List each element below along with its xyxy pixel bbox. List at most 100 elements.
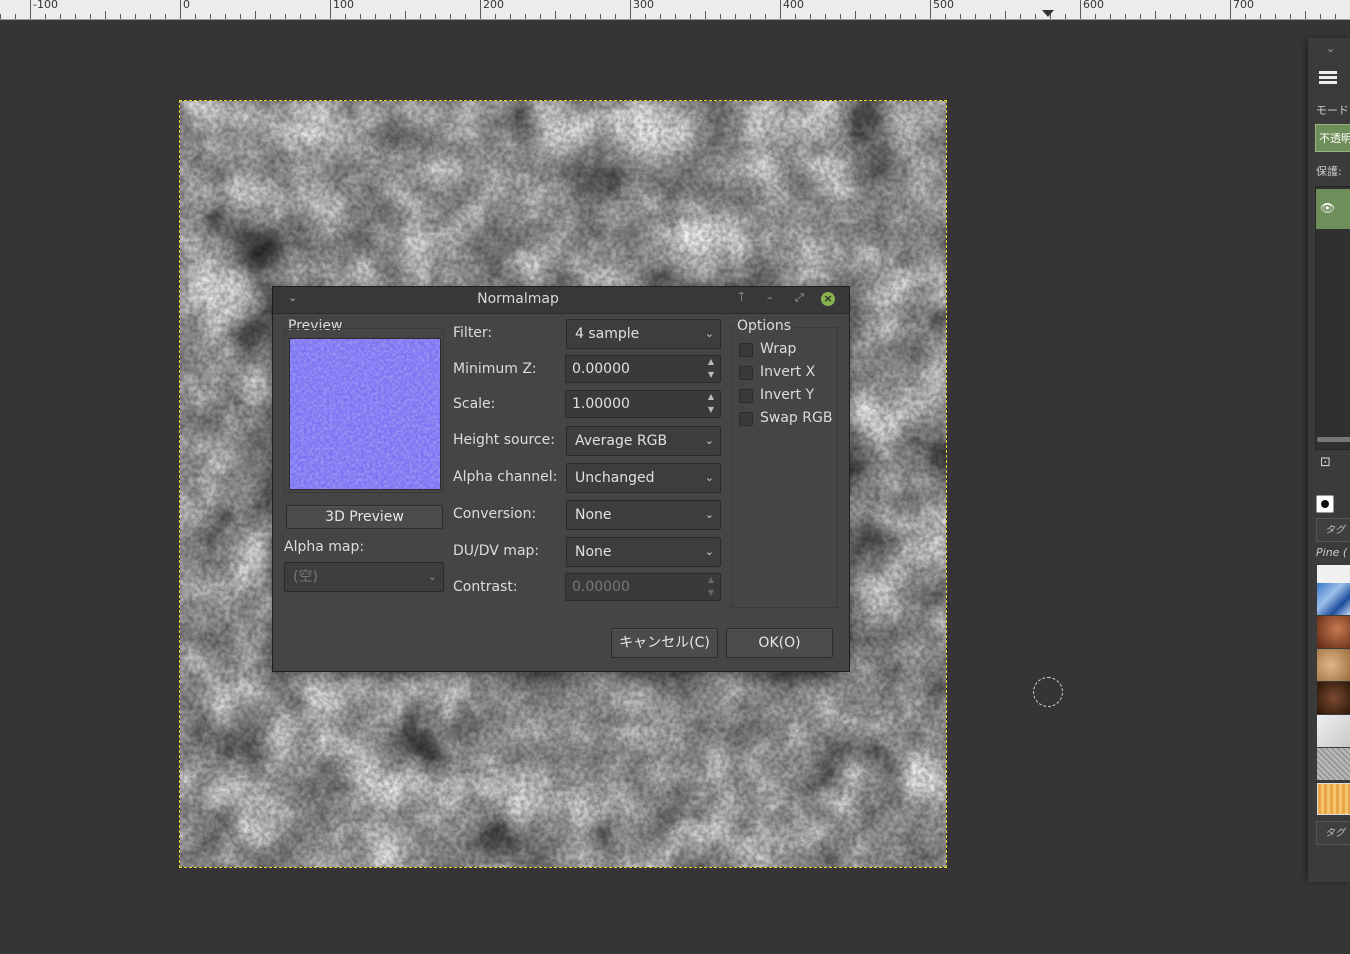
dialog-titlebar[interactable]: ⌄ Normalmap ⍑ – ⤢ × [273,287,849,314]
ruler-tick [375,14,376,19]
ruler-tick [870,14,871,19]
ruler-tick [1005,11,1006,19]
alpha-channel-value: Unchanged [575,470,655,486]
brush-icon[interactable] [1316,495,1334,513]
ruler-tick [465,14,466,19]
ruler-tick [945,14,946,19]
ruler-tick [1215,14,1216,19]
pattern-swatch[interactable] [1317,748,1350,780]
brush-dot-icon [1321,500,1329,508]
ruler-tick [1200,14,1201,19]
spin-down-icon[interactable]: ▼ [708,405,714,415]
dialog-title: Normalmap [477,291,559,307]
spin-down-icon[interactable]: ▼ [708,370,714,380]
restore-icon[interactable]: ⤢ [795,291,804,305]
pattern-swatch[interactable] [1317,783,1350,815]
tag-input[interactable]: タグ [1316,821,1350,845]
ruler-tick [1230,0,1231,19]
dudv-map-select[interactable]: None ⌄ [566,537,721,567]
conversion-select[interactable]: None ⌄ [566,500,721,530]
ruler-tick [675,14,676,19]
wrap-label[interactable]: Wrap [760,341,796,357]
height-source-select[interactable]: Average RGB ⌄ [566,426,721,456]
ruler-tick [390,14,391,19]
ruler-tick [735,14,736,19]
pattern-name: Pine ( [1316,546,1348,559]
minimum-z-spinner[interactable]: 0.00000 ▲ ▼ [565,355,721,383]
3d-preview-button[interactable]: 3D Preview [286,505,443,529]
ruler-tick [405,11,406,19]
ruler-tick [420,14,421,19]
cancel-button[interactable]: キャンセル(C) [611,628,718,658]
layer-row[interactable]: 👁 [1316,189,1350,229]
spin-up-icon[interactable]: ▲ [708,357,714,367]
ruler-tick [15,14,16,19]
invert-y-label[interactable]: Invert Y [760,387,814,403]
ruler-tick [630,0,631,19]
ruler-tick [345,14,346,19]
pin-icon[interactable]: ⍑ [738,291,745,305]
ruler-label: 500 [933,0,954,11]
ruler-tick [1185,14,1186,19]
ruler-tick [1155,11,1156,19]
contrast-value: 0.00000 [572,579,630,595]
alpha-map-select[interactable]: (空) ⌄ [284,562,444,592]
ruler-tick [195,14,196,19]
ruler-tick [930,0,931,19]
ruler-tick [75,14,76,19]
eye-icon[interactable]: 👁 [1320,201,1335,215]
close-icon[interactable]: × [821,292,835,306]
height-source-value: Average RGB [575,433,668,449]
ruler-tick [645,14,646,19]
ruler-tick [810,14,811,19]
ruler-tick [840,14,841,19]
conversion-value: None [575,507,612,523]
pattern-swatch[interactable] [1317,682,1350,714]
invert-y-checkbox[interactable] [739,389,753,403]
swap-rgb-checkbox[interactable] [739,412,753,426]
pattern-swatch[interactable] [1317,649,1350,681]
minimize-icon[interactable]: – [767,291,773,304]
ruler-tick [45,14,46,19]
normalmap-dialog: ⌄ Normalmap ⍑ – ⤢ × Preview 3D Preview A… [272,286,850,672]
contrast-label: Contrast: [453,579,518,595]
chevron-down-icon[interactable]: ⌄ [1326,42,1335,55]
scale-spinner[interactable]: 1.00000 ▲ ▼ [565,390,721,418]
swap-rgb-label[interactable]: Swap RGB [760,410,832,426]
chevron-down-icon: ⌄ [704,545,714,558]
invert-x-label[interactable]: Invert X [760,364,815,380]
wrap-checkbox[interactable] [739,343,753,357]
spin-down-icon: ▼ [707,588,714,597]
new-layer-icon[interactable]: ⊡ [1320,455,1331,470]
ruler-tick [270,14,271,19]
horizontal-scrollbar[interactable] [1317,437,1350,442]
pattern-swatch[interactable] [1317,715,1350,747]
ruler-tick [570,14,571,19]
tag-filter-input[interactable]: タグ [1316,518,1350,542]
pattern-swatch[interactable] [1317,583,1350,615]
ruler-tick [1245,14,1246,19]
ruler-tick [555,11,556,19]
layer-list[interactable]: 👁 [1315,186,1350,450]
ruler-tick [150,14,151,19]
spin-up-icon[interactable]: ▲ [708,392,714,402]
chevron-down-icon: ⌄ [704,471,714,484]
ruler-tick [780,0,781,19]
ruler-tick [600,14,601,19]
layers-icon[interactable] [1316,66,1340,90]
invert-x-checkbox[interactable] [739,366,753,380]
ok-button[interactable]: OK(O) [726,628,833,658]
ruler-tick [1125,14,1126,19]
alpha-channel-select[interactable]: Unchanged ⌄ [566,463,721,493]
contrast-spinner[interactable]: 0.00000 ▲ ▼ [565,573,721,601]
opacity-field[interactable]: 不透明 [1315,124,1350,152]
ruler-tick [765,14,766,19]
filter-select[interactable]: 4 sample ⌄ [566,319,721,349]
ruler-label: 600 [1083,0,1104,11]
ruler-tick [660,14,661,19]
horizontal-ruler[interactable]: -100 0 100 200 300 400 500 600 700 [0,0,1350,20]
ruler-tick [1305,11,1306,19]
ruler-tick [915,14,916,19]
options-label: Options [735,318,794,334]
pattern-swatch[interactable] [1317,616,1350,648]
